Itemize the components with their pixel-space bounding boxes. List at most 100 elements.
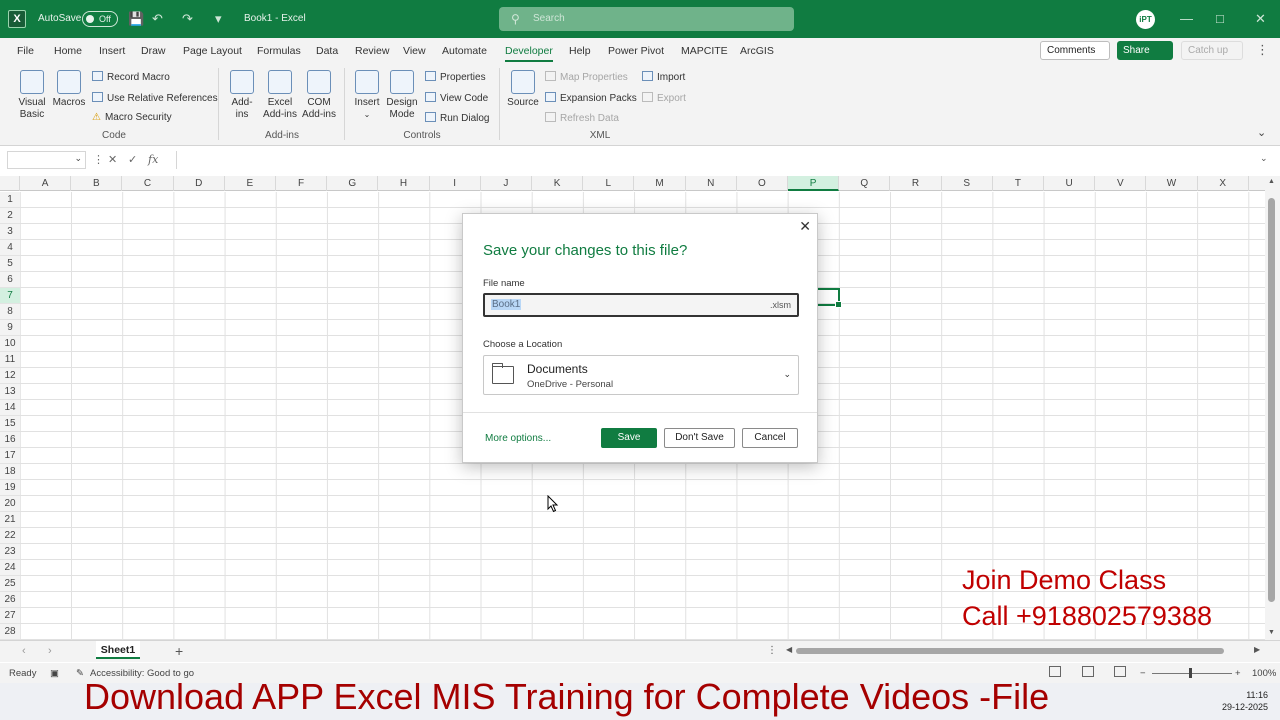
scroll-up-icon[interactable]: ▲ (1268, 178, 1275, 185)
row-header-12[interactable]: 12 (0, 368, 20, 384)
column-header-p[interactable]: P (788, 176, 840, 191)
scroll-thumb[interactable] (1268, 198, 1275, 602)
tab-formulas[interactable]: Formulas (257, 45, 301, 57)
collapse-ribbon-icon[interactable]: ⌄ (1257, 126, 1266, 139)
undo-icon[interactable]: ↶ (152, 11, 163, 27)
more-icon[interactable]: ⋮ (767, 645, 777, 656)
avatar[interactable]: iPT (1136, 10, 1155, 29)
more-options-icon[interactable]: ⋮ (1256, 42, 1269, 58)
row-header-20[interactable]: 20 (0, 496, 20, 512)
column-header-t[interactable]: T (993, 176, 1044, 191)
row-header-22[interactable]: 22 (0, 528, 20, 544)
column-header-s[interactable]: S (942, 176, 993, 191)
row-header-10[interactable]: 10 (0, 336, 20, 352)
row-header-6[interactable]: 6 (0, 272, 20, 288)
close-window-icon[interactable]: ✕ (1255, 11, 1266, 27)
expand-formula-bar-icon[interactable]: ⌄ (1260, 153, 1268, 164)
column-header-c[interactable]: C (122, 176, 174, 191)
run-dialog-button[interactable]: Run Dialog (425, 112, 489, 124)
tab-developer[interactable]: Developer (505, 45, 553, 62)
row-header-5[interactable]: 5 (0, 256, 20, 272)
add-sheet-icon[interactable]: + (175, 643, 183, 659)
column-header-r[interactable]: R (890, 176, 942, 191)
column-header-n[interactable]: N (686, 176, 737, 191)
source-button[interactable]: Source (506, 70, 540, 109)
redo-icon[interactable]: ↷ (182, 11, 193, 27)
minimize-icon[interactable]: — (1180, 11, 1193, 26)
column-header-h[interactable]: H (378, 176, 430, 191)
autosave-toggle[interactable]: Off (82, 11, 118, 27)
row-header-26[interactable]: 26 (0, 592, 20, 608)
normal-view-icon[interactable] (1049, 666, 1061, 677)
design-mode-button[interactable]: Design Mode (385, 70, 419, 121)
row-header-23[interactable]: 23 (0, 544, 20, 560)
add-ins-button[interactable]: Add-ins (226, 70, 258, 121)
tab-mapcite[interactable]: MAPCITE (681, 45, 728, 57)
save-icon[interactable]: 💾 (128, 11, 144, 27)
column-header-e[interactable]: E (225, 176, 276, 191)
relative-references-button[interactable]: Use Relative References (92, 92, 218, 104)
column-header-a[interactable]: A (20, 176, 72, 191)
view-code-button[interactable]: View Code (425, 92, 488, 104)
refresh-data-button[interactable]: Refresh Data (545, 112, 619, 124)
row-header-15[interactable]: 15 (0, 416, 20, 432)
cancel-button[interactable]: Cancel (742, 428, 798, 448)
tab-data[interactable]: Data (316, 45, 338, 57)
tab-automate[interactable]: Automate (442, 45, 487, 57)
column-header-v[interactable]: V (1095, 176, 1147, 191)
more-options-link[interactable]: More options... (485, 433, 551, 444)
tab-insert[interactable]: Insert (99, 45, 125, 57)
row-header-24[interactable]: 24 (0, 560, 20, 576)
tab-file[interactable]: File (17, 45, 34, 57)
zoom-out-icon[interactable]: − (1140, 668, 1146, 679)
column-header-o[interactable]: O (737, 176, 788, 191)
macro-record-icon[interactable]: ▣ (50, 668, 59, 679)
column-header-m[interactable]: M (634, 176, 686, 191)
column-header-f[interactable]: F (276, 176, 328, 191)
customize-toolbar-icon[interactable]: ▾ (215, 11, 222, 27)
export-button[interactable]: Export (642, 92, 686, 104)
com-add-ins-button[interactable]: COM Add-ins (300, 70, 338, 121)
maximize-icon[interactable]: □ (1216, 11, 1224, 26)
insert-function-icon[interactable]: fx (148, 153, 158, 166)
tab-power-pivot[interactable]: Power Pivot (608, 45, 664, 57)
scroll-right-icon[interactable]: ▶ (1254, 645, 1260, 654)
column-header-l[interactable]: L (583, 176, 635, 191)
tab-view[interactable]: View (403, 45, 426, 57)
macro-security-button[interactable]: ⚠ Macro Security (92, 112, 172, 123)
column-header-g[interactable]: G (327, 176, 379, 191)
scroll-thumb[interactable] (796, 648, 1224, 654)
import-button[interactable]: Import (642, 71, 685, 83)
confirm-entry-icon[interactable]: ✓ (128, 153, 137, 166)
column-header-k[interactable]: K (532, 176, 584, 191)
excel-add-ins-button[interactable]: Excel Add-ins (261, 70, 299, 121)
horizontal-scrollbar[interactable]: ◀ ▶ (786, 645, 1264, 657)
zoom-level[interactable]: 100% (1252, 668, 1276, 679)
column-header-w[interactable]: W (1146, 176, 1198, 191)
scroll-down-icon[interactable]: ▼ (1268, 629, 1275, 636)
column-header-x[interactable]: X (1198, 176, 1249, 191)
system-clock[interactable]: 11:16 29-12-2025 (1222, 689, 1268, 713)
row-header-13[interactable]: 13 (0, 384, 20, 400)
properties-button[interactable]: Properties (425, 71, 486, 83)
column-header-b[interactable]: B (71, 176, 123, 191)
row-header-2[interactable]: 2 (0, 208, 20, 224)
column-header-i[interactable]: I (430, 176, 481, 191)
tab-page-layout[interactable]: Page Layout (183, 45, 242, 57)
row-header-8[interactable]: 8 (0, 304, 20, 320)
row-header-27[interactable]: 27 (0, 608, 20, 624)
zoom-in-icon[interactable]: + (1235, 668, 1241, 679)
column-header-q[interactable]: Q (839, 176, 891, 191)
prev-sheet-icon[interactable]: ‹ (22, 645, 26, 657)
catch-up-button[interactable]: Catch up (1181, 41, 1243, 60)
file-name-input[interactable]: Book1 .xlsm (483, 293, 799, 317)
row-header-3[interactable]: 3 (0, 224, 20, 240)
column-header-u[interactable]: U (1044, 176, 1096, 191)
tab-arcgis[interactable]: ArcGIS (740, 45, 774, 57)
row-header-17[interactable]: 17 (0, 448, 20, 464)
row-header-25[interactable]: 25 (0, 576, 20, 592)
row-header-18[interactable]: 18 (0, 464, 20, 480)
tab-draw[interactable]: Draw (141, 45, 166, 57)
page-layout-view-icon[interactable] (1082, 666, 1094, 677)
column-header-d[interactable]: D (174, 176, 225, 191)
